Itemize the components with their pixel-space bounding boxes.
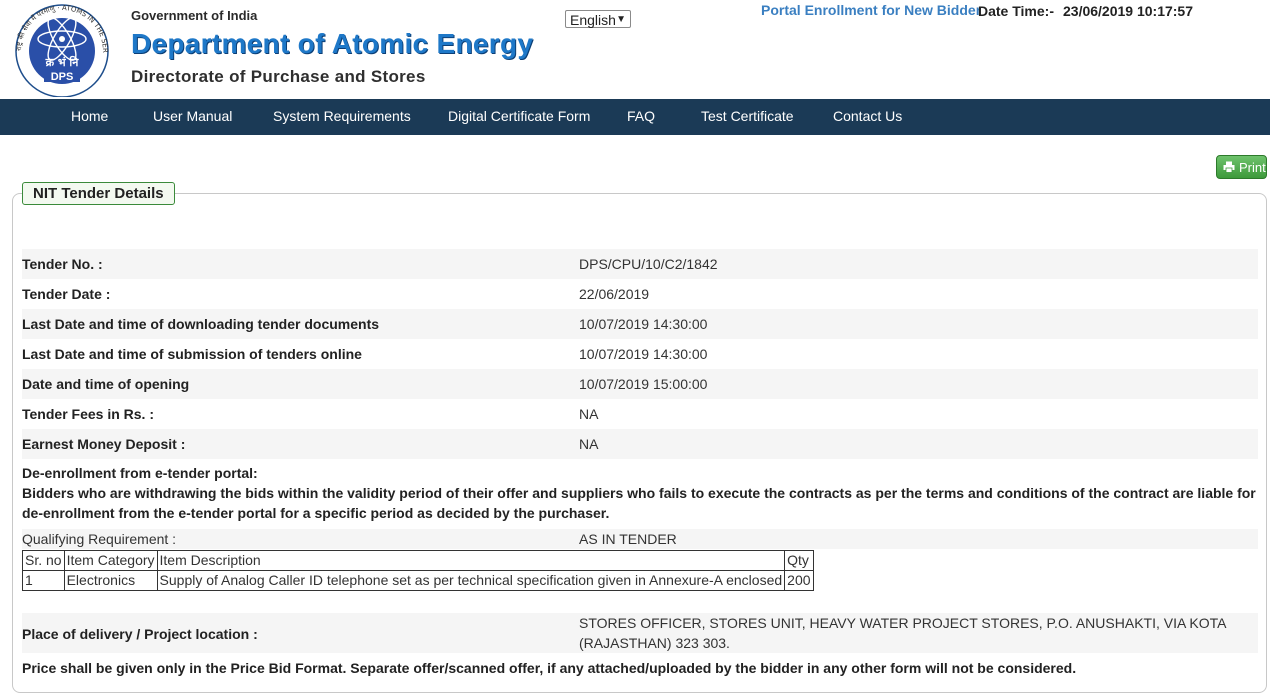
place-of-delivery-row: Place of delivery / Project location : S…: [22, 613, 1258, 653]
detail-label: Tender Fees in Rs. :: [22, 406, 154, 422]
language-select[interactable]: English ▼: [565, 10, 631, 28]
nav-home[interactable]: Home: [71, 99, 108, 135]
government-label: Government of India: [131, 8, 258, 23]
detail-value: NA: [579, 436, 599, 452]
deenrollment-heading: De-enrollment from e-tender portal:: [22, 465, 258, 481]
directorate-subtitle: Directorate of Purchase and Stores: [131, 67, 426, 86]
table-cell: Supply of Analog Caller ID telephone set…: [156, 570, 786, 591]
panel-title: NIT Tender Details: [22, 182, 175, 205]
deenrollment-text: Bidders who are withdrawing the bids wit…: [22, 485, 1256, 521]
svg-text:DPS: DPS: [51, 71, 74, 83]
print-button[interactable]: Print: [1216, 155, 1267, 179]
detail-label: Tender No. :: [22, 256, 103, 272]
detail-row-tender-date: Tender Date : 22/06/2019: [22, 279, 1258, 309]
detail-label: Earnest Money Deposit :: [22, 436, 186, 452]
detail-row-tender-no: Tender No. : DPS/CPU/10/C2/1842: [22, 249, 1258, 279]
table-row: 1 Electronics Supply of Analog Caller ID…: [22, 570, 814, 591]
place-value: STORES OFFICER, STORES UNIT, HEAVY WATER…: [579, 615, 1226, 651]
detail-row-emd: Earnest Money Deposit : NA: [22, 429, 1258, 459]
detail-row-submission-deadline: Last Date and time of submission of tend…: [22, 339, 1258, 369]
dae-emblem-logo[interactable]: राष्ट्र की सेवा में परमाणु · ATOMS IN TH…: [8, 3, 116, 97]
table-cell: Electronics: [63, 570, 158, 591]
detail-label: Tender Date :: [22, 286, 111, 302]
table-header-cell: Item Description: [156, 550, 786, 571]
price-bid-note: Price shall be given only in the Price B…: [22, 660, 1077, 676]
nav-contact-us[interactable]: Contact Us: [833, 99, 902, 135]
detail-row-opening-date: Date and time of opening 10/07/2019 15:0…: [22, 369, 1258, 399]
place-label: Place of delivery / Project location :: [22, 626, 258, 642]
items-table: Sr. no Item Category Item Description Qt…: [22, 550, 814, 591]
department-title: Department of Atomic Energy: [131, 28, 534, 59]
table-header-cell: Qty: [784, 550, 814, 571]
deenrollment-notice: De-enrollment from e-tender portal: Bidd…: [22, 463, 1258, 523]
main-nav-bar: Home User Manual System Requirements Dig…: [0, 99, 1270, 135]
table-header-row: Sr. no Item Category Item Description Qt…: [22, 550, 814, 571]
table-cell: 200: [784, 570, 814, 591]
nav-user-manual[interactable]: User Manual: [153, 99, 232, 135]
nav-system-requirements[interactable]: System Requirements: [273, 99, 411, 135]
qualifying-label: Qualifying Requirement :: [22, 531, 177, 547]
qualifying-value: AS IN TENDER: [579, 531, 677, 547]
site-header: राष्ट्र की सेवा में परमाणु · ATOMS IN TH…: [0, 0, 1270, 99]
detail-row-tender-fees: Tender Fees in Rs. : NA: [22, 399, 1258, 429]
printer-icon: [1223, 161, 1235, 173]
detail-label: Last Date and time of downloading tender…: [22, 316, 380, 332]
portal-enrollment-link[interactable]: Portal Enrollment for New Bidder: [761, 2, 981, 18]
detail-value: DPS/CPU/10/C2/1842: [579, 256, 718, 272]
qualifying-requirement-row: Qualifying Requirement : AS IN TENDER: [22, 529, 1258, 549]
language-selected-value: English: [570, 12, 616, 28]
detail-value: 22/06/2019: [579, 286, 650, 302]
date-time-label: Date Time:-: [978, 3, 1054, 19]
nav-digital-certificate-form[interactable]: Digital Certificate Form: [448, 99, 590, 135]
detail-value: 10/07/2019 15:00:00: [579, 376, 708, 392]
table-header-cell: Sr. no: [22, 550, 65, 571]
table-header-cell: Item Category: [63, 550, 158, 571]
nav-test-certificate[interactable]: Test Certificate: [701, 99, 794, 135]
date-time-value: 23/06/2019 10:17:57: [1063, 3, 1193, 19]
detail-value: 10/07/2019 14:30:00: [579, 316, 708, 332]
dropdown-arrow-icon: ▼: [616, 14, 626, 25]
svg-text:क्र भं नि: क्र भं नि: [45, 55, 80, 69]
table-cell: 1: [22, 570, 65, 591]
detail-value: 10/07/2019 14:30:00: [579, 346, 708, 362]
detail-row-download-deadline: Last Date and time of downloading tender…: [22, 309, 1258, 339]
print-label: Print: [1239, 160, 1266, 175]
detail-value: NA: [579, 406, 599, 422]
detail-label: Date and time of opening: [22, 376, 190, 392]
nav-faq[interactable]: FAQ: [627, 99, 655, 135]
detail-label: Last Date and time of submission of tend…: [22, 346, 362, 362]
